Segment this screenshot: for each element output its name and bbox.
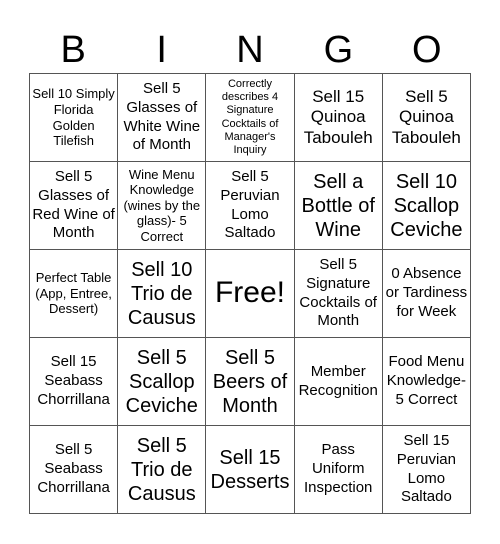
bingo-cell[interactable]: Sell 5 Signature Cocktails of Month (294, 250, 383, 338)
cell-text: Sell 15 Seabass Chorrillana (37, 353, 110, 408)
cell-text: Perfect Table (App, Entree, Dessert) (35, 270, 112, 317)
bingo-cell[interactable]: Sell 15 Desserts (206, 426, 295, 514)
bingo-cell[interactable]: Sell a Bottle of Wine (294, 162, 383, 250)
bingo-cell[interactable]: Sell 5 Glasses of Red Wine of Month (30, 162, 119, 250)
bingo-cell[interactable]: Sell 10 Trio de Causus (118, 250, 207, 338)
cell-text: 0 Absence or Tardiness for Week (385, 265, 468, 320)
bingo-cell[interactable]: Perfect Table (App, Entree, Dessert) (30, 250, 119, 338)
header-letter-b: B (60, 29, 86, 71)
bingo-cell[interactable]: 0 Absence or Tardiness for Week (382, 250, 471, 338)
bingo-cell[interactable]: Sell 5 Quinoa Tabouleh (382, 74, 471, 162)
header-letter-n: N (236, 29, 264, 71)
bingo-cell[interactable]: Sell 5 Scallop Ceviche (118, 338, 207, 426)
cell-text: Sell 5 Glasses of Red Wine of Month (32, 168, 115, 242)
cell-text: Sell 15 Desserts (210, 446, 290, 493)
bingo-header: B I N G O (29, 27, 471, 73)
cell-text: Sell 10 Trio de Causus (127, 258, 196, 329)
cell-text: Sell 15 Peruvian Lomo Saltado (396, 432, 456, 506)
bingo-cell[interactable]: Sell 5 Seabass Chorrillana (30, 426, 119, 514)
bingo-cell[interactable]: Food Menu Knowledge- 5 Correct (382, 338, 471, 426)
cell-text: Sell 5 Beers of Month (212, 346, 288, 417)
bingo-cell[interactable]: Wine Menu Knowledge (wines by the glass)… (118, 162, 207, 250)
cell-text: Sell 5 Seabass Chorrillana (37, 441, 110, 496)
cell-text: Sell 10 Simply Florida Golden Tilefish (32, 86, 115, 149)
cell-text: Sell 5 Quinoa Tabouleh (391, 86, 461, 147)
cell-text: Member Recognition (298, 362, 378, 399)
cell-text: Food Menu Knowledge- 5 Correct (386, 353, 466, 408)
cell-text: Sell a Bottle of Wine (301, 170, 375, 241)
bingo-cell[interactable]: Sell 10 Scallop Ceviche (382, 162, 471, 250)
free-space-text: Free! (214, 276, 285, 310)
cell-text: Sell 5 Peruvian Lomo Saltado (220, 168, 280, 242)
bingo-cell[interactable]: Sell 5 Trio de Causus (118, 426, 207, 514)
header-letter-o: O (412, 29, 442, 71)
cell-text: Pass Uniform Inspection (304, 441, 373, 496)
bingo-cell[interactable]: Sell 5 Beers of Month (206, 338, 295, 426)
bingo-cell[interactable]: Pass Uniform Inspection (294, 426, 383, 514)
cell-text: Correctly describes 4 Signature Cocktail… (221, 77, 279, 156)
bingo-cell[interactable]: Sell 15 Peruvian Lomo Saltado (382, 426, 471, 514)
cell-text: Wine Menu Knowledge (wines by the glass)… (123, 166, 201, 244)
cell-text: Sell 5 Trio de Causus (127, 434, 196, 505)
cell-text: Sell 5 Signature Cocktails of Month (299, 256, 377, 330)
bingo-cell[interactable]: Sell 15 Seabass Chorrillana (30, 338, 119, 426)
bingo-cell[interactable]: Sell 10 Simply Florida Golden Tilefish (30, 74, 119, 162)
bingo-cell[interactable]: Member Recognition (294, 338, 383, 426)
bingo-cell[interactable]: Correctly describes 4 Signature Cocktail… (206, 74, 295, 162)
bingo-cell[interactable]: Sell 5 Peruvian Lomo Saltado (206, 162, 295, 250)
cell-text: Sell 5 Scallop Ceviche (125, 346, 198, 417)
header-letter-i: I (156, 29, 167, 71)
cell-text: Sell 10 Scallop Ceviche (390, 170, 463, 241)
cell-text: Sell 15 Quinoa Tabouleh (303, 86, 373, 147)
bingo-cell[interactable]: Sell 5 Glasses of White Wine of Month (118, 74, 207, 162)
bingo-card-grid: Sell 10 Simply Florida Golden Tilefish S… (29, 73, 471, 514)
free-space-cell[interactable]: Free! (206, 250, 295, 338)
bingo-cell[interactable]: Sell 15 Quinoa Tabouleh (294, 74, 383, 162)
cell-text: Sell 5 Glasses of White Wine of Month (123, 80, 201, 154)
header-letter-g: G (323, 29, 354, 71)
